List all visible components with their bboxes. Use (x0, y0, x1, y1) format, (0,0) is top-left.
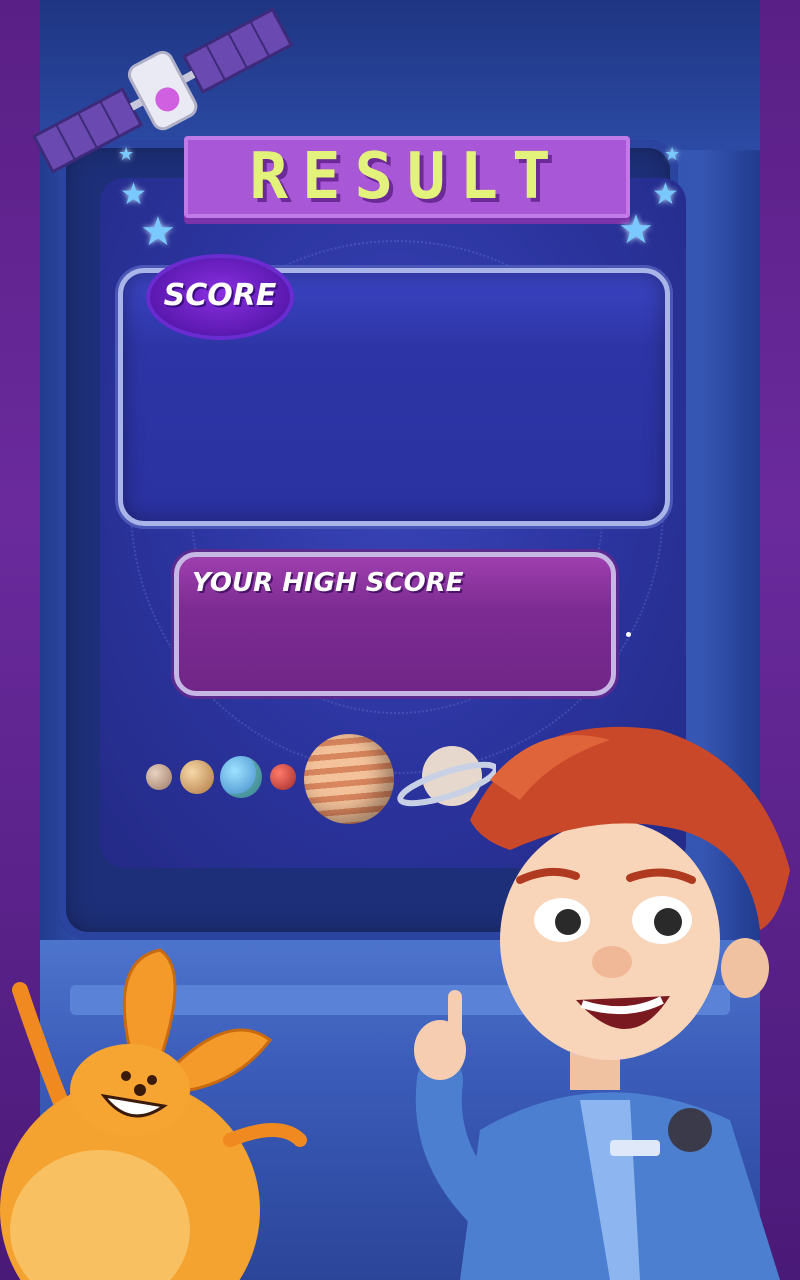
star-icon: ★ (118, 144, 135, 165)
boy-character (414, 726, 790, 1280)
alien-character (0, 948, 307, 1280)
result-title-text: RESULT (249, 140, 565, 214)
star-icon: ★ (140, 209, 176, 255)
screen-star (626, 632, 631, 637)
star-icon: ★ (618, 207, 654, 253)
star-icon: ★ (120, 177, 147, 212)
earth-planet (220, 756, 262, 798)
high-score-label: YOUR HIGH SCORE (192, 568, 464, 598)
score-label: SCORE (163, 278, 277, 313)
mars-planet (270, 764, 296, 790)
result-title: RESULT (184, 136, 630, 218)
mercury-planet (146, 764, 172, 790)
jupiter-planet (304, 734, 394, 824)
score-badge: SCORE (150, 258, 290, 336)
star-icon: ★ (652, 177, 679, 212)
star-icon: ★ (664, 144, 681, 165)
venus-planet (180, 760, 214, 794)
